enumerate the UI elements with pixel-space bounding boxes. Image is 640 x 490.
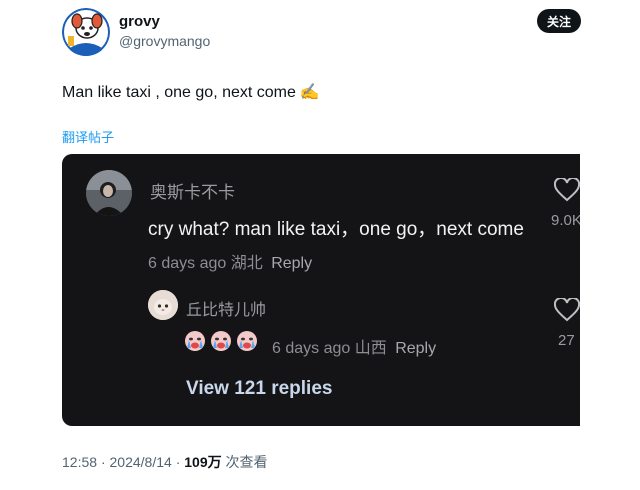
reply-author: 丘比特儿帅 xyxy=(186,300,267,319)
reply-age: 6 days ago xyxy=(272,340,351,357)
comment-location: 湖北 xyxy=(230,255,263,272)
heart-icon xyxy=(554,298,580,322)
reply-location: 山西 xyxy=(354,340,387,357)
dog-avatar-icon xyxy=(62,8,110,56)
comment-reply: Reply xyxy=(271,255,313,272)
post-text-container: Man like taxi , one go, next come ✍️ xyxy=(62,82,320,102)
comment-author: 奥斯卡不卡 xyxy=(150,183,235,203)
heart-icon xyxy=(554,178,580,202)
view-replies-link: View 121 replies xyxy=(186,378,333,399)
crying-face-icon xyxy=(185,331,205,351)
embedded-comments-image: 奥斯卡不卡 cry what? man like taxi，one go，nex… xyxy=(62,154,580,426)
reply-like-count: 27 xyxy=(558,332,575,349)
crying-face-icon xyxy=(237,331,257,351)
separator: · xyxy=(100,454,106,470)
views-count: 109万 xyxy=(184,454,222,470)
person-photo-icon xyxy=(86,170,132,216)
separator: · xyxy=(175,454,181,470)
follow-button[interactable]: 关注 xyxy=(537,9,581,33)
post-date[interactable]: 2024/8/14 xyxy=(110,454,172,470)
post-time[interactable]: 12:58 xyxy=(62,454,97,470)
reply-reply: Reply xyxy=(395,340,437,357)
display-name[interactable]: grovy xyxy=(119,13,160,30)
post-text: Man like taxi , one go, next come xyxy=(62,84,296,101)
cat-photo-icon xyxy=(148,290,178,320)
comment-text: cry what? man like taxi，one go，next come xyxy=(148,219,524,240)
comment-body: cry what? man like taxi，one go，next come… xyxy=(148,214,528,280)
views-label: 次查看 xyxy=(225,455,268,471)
reply-meta: 6 days ago 山西 Reply xyxy=(272,334,436,358)
commenter-avatar xyxy=(86,170,132,216)
writing-hand-emoji: ✍️ xyxy=(299,84,320,101)
crying-face-icon xyxy=(211,331,231,351)
user-handle[interactable]: @grovymango xyxy=(119,33,210,49)
avatar[interactable] xyxy=(62,8,110,56)
comment-age: 6 days ago xyxy=(148,255,227,272)
comment-meta: 6 days ago 湖北 Reply xyxy=(148,255,312,272)
reply-emojis xyxy=(184,330,258,352)
translate-post-link[interactable]: 翻译帖子 xyxy=(62,127,114,146)
post-footer: 12:58 · 2024/8/14 · 109万 次查看 xyxy=(62,452,268,472)
like-count: 9.0K xyxy=(551,212,580,229)
reply-avatar xyxy=(148,290,178,320)
